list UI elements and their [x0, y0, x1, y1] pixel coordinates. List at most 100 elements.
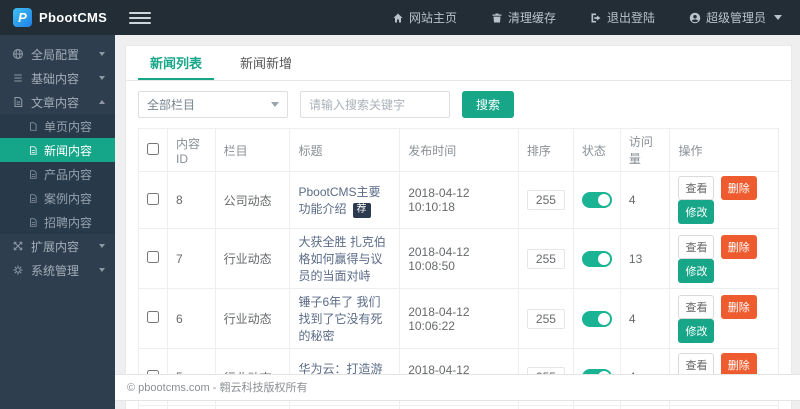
chevron-down-icon [99, 268, 105, 272]
expand-icon [12, 240, 24, 252]
col-title: 标题 [290, 129, 400, 172]
sidebar-item-product[interactable]: 产品内容 [0, 162, 115, 186]
category-select[interactable]: 全部栏目 [138, 91, 288, 118]
row-title-link[interactable]: 锤子6年了 我们找到了它没有死的秘密 [298, 295, 382, 343]
status-toggle[interactable] [582, 251, 612, 267]
sort-input[interactable] [527, 249, 565, 269]
edit-button[interactable]: 修改 [678, 319, 714, 343]
main-content: 新闻列表 新闻新增 全部栏目 搜索 内容ID [115, 35, 800, 409]
cell-date: 2018-04-12 10:08:50 [400, 229, 519, 289]
table-row: 7 行业动态 大获全胜 扎克伯格如何赢得与议员的当面对峙 2018-04-12 … [139, 229, 779, 289]
col-category: 栏目 [215, 129, 290, 172]
sidebar-item-recruit[interactable]: 招聘内容 [0, 210, 115, 234]
home-icon [392, 12, 404, 24]
sidebar-item-article-content[interactable]: 文章内容 [0, 90, 115, 114]
cell-visits: 4 [620, 172, 670, 229]
cell-id: 4 [168, 406, 216, 409]
table-row: 8 公司动态 PbootCMS主要功能介绍荐 2018-04-12 10:10:… [139, 172, 779, 229]
cell-date: 2018-04-12 10:10:18 [400, 172, 519, 229]
chevron-down-icon [99, 244, 105, 248]
sort-input[interactable] [527, 309, 565, 329]
delete-button[interactable]: 删除 [721, 235, 757, 259]
view-button[interactable]: 查看 [678, 235, 714, 259]
tab-news-list[interactable]: 新闻列表 [138, 46, 214, 80]
logout-icon [590, 12, 602, 24]
filter-row: 全部栏目 搜索 [138, 91, 779, 118]
sidebar-item-news[interactable]: 新闻内容 [0, 138, 115, 162]
row-checkbox[interactable] [147, 251, 159, 263]
pbootcms-logo-icon: P [13, 8, 32, 27]
col-id: 内容ID [168, 129, 216, 172]
article-submenu: 单页内容 新闻内容 产品内容 案例内容 招聘内容 [0, 114, 115, 234]
cell-id: 8 [168, 172, 216, 229]
status-toggle[interactable] [582, 192, 612, 208]
news-table: 内容ID 栏目 标题 发布时间 排序 状态 访问量 操作 [138, 128, 779, 409]
cell-category: 公司动态 [215, 172, 290, 229]
file-icon [28, 217, 38, 228]
recommended-badge: 荐 [353, 203, 371, 218]
tabbar: 新闻列表 新闻新增 [126, 46, 791, 81]
sidebar-item-global-config[interactable]: 全局配置 [0, 42, 115, 66]
user-icon [689, 12, 701, 24]
site-home-link[interactable]: 网站主页 [392, 9, 457, 26]
view-button[interactable]: 查看 [678, 295, 714, 319]
row-title-link[interactable]: 大获全胜 扎克伯格如何赢得与议员的当面对峙 [298, 235, 385, 283]
cell-id: 7 [168, 229, 216, 289]
pbootcms-admin: P PbootCMS 网站主页 清理缓存 退出登陆 超级管理员 [0, 0, 800, 409]
table-row: 6 行业动态 锤子6年了 我们找到了它没有死的秘密 2018-04-12 10:… [139, 289, 779, 349]
brand: P PbootCMS [0, 8, 115, 27]
sidebar-item-case[interactable]: 案例内容 [0, 186, 115, 210]
table-row: 4 公司动态 PbootCMSV1.0.0正式发布荐 2018-04-12 20… [139, 406, 779, 409]
tab-news-add[interactable]: 新闻新增 [228, 46, 304, 80]
sidebar-toggle-icon[interactable] [129, 9, 151, 27]
chevron-down-icon [99, 52, 105, 56]
delete-button[interactable]: 删除 [721, 295, 757, 319]
cell-id: 6 [168, 289, 216, 349]
row-checkbox[interactable] [147, 311, 159, 323]
delete-button[interactable]: 删除 [721, 176, 757, 200]
sidebar-item-extend-content[interactable]: 扩展内容 [0, 234, 115, 258]
copyright-text: © pbootcms.com - 翱云科技版权所有 [127, 382, 307, 394]
article-icon [12, 96, 24, 108]
footer: © pbootcms.com - 翱云科技版权所有 [115, 374, 800, 401]
sidebar-item-basic-content[interactable]: 基础内容 [0, 66, 115, 90]
sidebar-item-system[interactable]: 系统管理 [0, 258, 115, 282]
cell-category: 公司动态 [215, 406, 290, 409]
chevron-down-icon [271, 102, 279, 107]
search-input[interactable] [300, 91, 450, 118]
cell-date: 2018-04-12 20:30:00 [400, 406, 519, 409]
status-toggle[interactable] [582, 311, 612, 327]
chevron-down-icon [774, 15, 782, 20]
gear-icon [12, 264, 24, 276]
list-icon [12, 72, 24, 84]
globe-icon [12, 48, 24, 60]
clear-cache-link[interactable]: 清理缓存 [491, 9, 556, 26]
top-header: P PbootCMS 网站主页 清理缓存 退出登陆 超级管理员 [0, 0, 800, 35]
view-button[interactable]: 查看 [678, 176, 714, 200]
file-icon [28, 121, 38, 132]
search-button[interactable]: 搜索 [462, 91, 514, 118]
select-all-checkbox[interactable] [147, 143, 159, 155]
news-card: 新闻列表 新闻新增 全部栏目 搜索 内容ID [125, 45, 792, 409]
edit-button[interactable]: 修改 [678, 200, 714, 224]
logout-link[interactable]: 退出登陆 [590, 9, 655, 26]
chevron-up-icon [99, 100, 105, 104]
col-ops: 操作 [670, 129, 779, 172]
sort-input[interactable] [527, 190, 565, 210]
brand-name: PbootCMS [39, 10, 107, 25]
cell-visits: 13 [620, 229, 670, 289]
col-date: 发布时间 [400, 129, 519, 172]
cell-visits: 4 [620, 406, 670, 409]
sidebar-item-single-page[interactable]: 单页内容 [0, 114, 115, 138]
row-checkbox[interactable] [147, 193, 159, 205]
cell-category: 行业动态 [215, 289, 290, 349]
edit-button[interactable]: 修改 [678, 259, 714, 283]
chevron-down-icon [99, 76, 105, 80]
user-menu[interactable]: 超级管理员 [689, 9, 782, 26]
table-header-row: 内容ID 栏目 标题 发布时间 排序 状态 访问量 操作 [139, 129, 779, 172]
file-icon [28, 193, 38, 204]
cell-category: 行业动态 [215, 229, 290, 289]
cell-visits: 4 [620, 289, 670, 349]
sidebar: 全局配置 基础内容 文章内容 单页内容 新闻内容 产品内容 [0, 35, 115, 409]
cell-date: 2018-04-12 10:06:22 [400, 289, 519, 349]
